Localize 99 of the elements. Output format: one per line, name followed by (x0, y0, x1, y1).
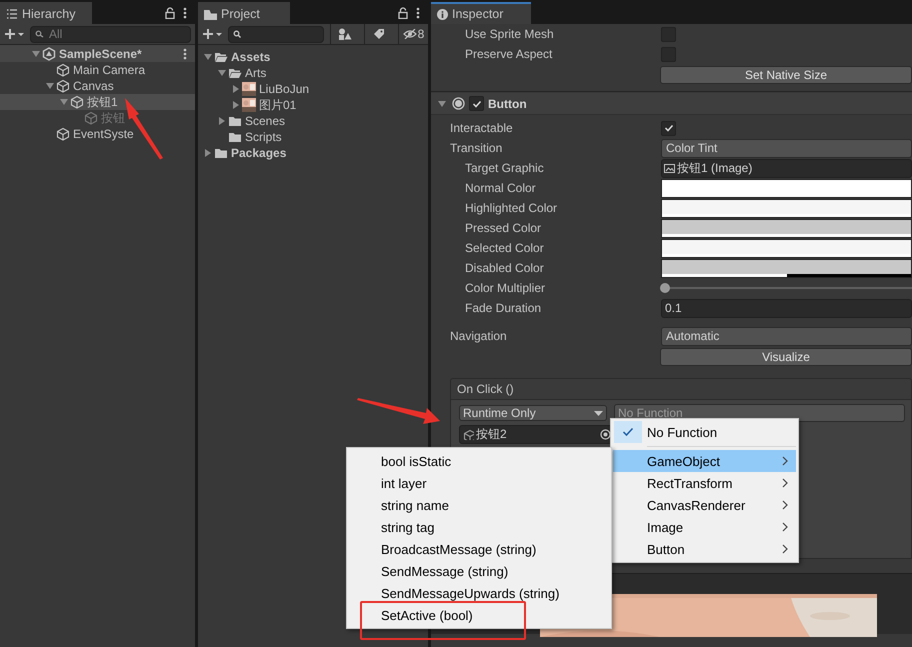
lock-icon[interactable] (165, 7, 175, 19)
chevron-icon (782, 544, 788, 554)
slider-track[interactable] (661, 283, 912, 293)
hierarchy-item[interactable]: Main Camera (73, 63, 146, 77)
crossed-eye-icon (402, 29, 417, 39)
menu-item[interactable]: SendMessage (string) (381, 564, 508, 578)
cube-icon (56, 63, 70, 77)
field-label: Navigation (449, 329, 508, 343)
color-field[interactable] (661, 218, 912, 238)
hierarchy-item[interactable]: EventSyste (73, 127, 134, 141)
number-field[interactable]: 0.1 (661, 298, 912, 318)
dropdown[interactable]: Color Tint (661, 138, 912, 158)
dropdown[interactable]: Runtime Only (459, 405, 607, 421)
list-icon (6, 9, 18, 19)
component-header[interactable]: Button (431, 93, 912, 115)
color-field[interactable] (661, 238, 912, 258)
menu-item[interactable]: CanvasRenderer (613, 494, 796, 516)
shapes-icon (338, 28, 352, 40)
field-label: Preserve Aspect (464, 47, 554, 61)
folder-item[interactable]: Assets (231, 50, 270, 64)
slider-thumb[interactable] (660, 283, 670, 293)
color-field[interactable] (661, 198, 912, 218)
info-icon (437, 8, 448, 20)
menu-item[interactable]: string name (381, 498, 449, 512)
menu-item[interactable]: GameObject (613, 450, 796, 472)
color-field[interactable] (661, 178, 912, 198)
chevron-icon (782, 456, 788, 466)
cube-icon (70, 95, 84, 109)
field-label: Pressed Color (464, 221, 542, 235)
field-label: Color Multiplier (464, 281, 546, 295)
menu-item[interactable]: Button (613, 538, 796, 560)
folder-item[interactable]: Arts (245, 66, 266, 80)
hierarchy-item[interactable]: Canvas (73, 79, 114, 93)
field-label: Normal Color (464, 181, 537, 195)
chevron-icon (782, 522, 788, 532)
set-native-size-button[interactable]: Set Native Size (660, 66, 912, 84)
caret-icon (594, 410, 603, 416)
more-icon[interactable] (183, 7, 187, 19)
menu-item[interactable]: bool isStatic (381, 454, 452, 468)
search-field[interactable] (228, 26, 324, 42)
folder-icon (228, 114, 242, 128)
field-label: Interactable (449, 121, 514, 135)
search-icon (233, 30, 241, 38)
folder-icon (214, 146, 228, 160)
hierarchy-item[interactable]: 按钮1 (87, 94, 118, 110)
field-label: Target Graphic (464, 161, 545, 175)
object-field[interactable]: 按钮1 (Image) (661, 158, 912, 178)
visualize-button[interactable]: Visualize (660, 348, 912, 366)
menu-item[interactable]: Image (613, 516, 796, 538)
open-folder-icon (228, 66, 242, 80)
dropdown[interactable]: Automatic (661, 326, 912, 346)
panel-tab[interactable]: Project (198, 2, 290, 24)
more-icon[interactable] (183, 48, 187, 60)
menu-item[interactable]: RectTransform (613, 472, 796, 494)
panel-tab[interactable]: Hierarchy (0, 2, 92, 24)
field-label: Highlighted Color (464, 201, 558, 215)
field-label: Selected Color (464, 241, 545, 255)
cube-icon (84, 111, 98, 125)
chevron-icon (782, 478, 788, 488)
search-icon (35, 30, 45, 38)
tag-icon (372, 28, 384, 40)
menu-item[interactable]: SetActive (bool) (381, 608, 473, 622)
field-label: Use Sprite Mesh (464, 27, 555, 41)
image-icon (664, 164, 675, 172)
more-icon[interactable] (416, 7, 420, 19)
scene-icon (42, 46, 56, 60)
target-icon[interactable] (600, 429, 611, 440)
menu-item[interactable]: No Function (613, 421, 796, 443)
cube-icon (56, 79, 70, 93)
menu-item[interactable]: string tag (381, 520, 434, 534)
add-button[interactable] (4, 28, 24, 40)
field-label: Disabled Color (464, 261, 545, 275)
folder-item[interactable]: Packages (231, 146, 286, 160)
field-label: Transition (449, 141, 504, 155)
check-icon (622, 426, 634, 438)
cube-icon (463, 429, 474, 440)
chevron-icon (782, 500, 788, 510)
add-button[interactable] (202, 28, 222, 40)
enable-checkbox[interactable] (469, 96, 484, 111)
asset-item[interactable]: 图片01 (259, 96, 296, 114)
panel-tab[interactable]: Inspector (431, 2, 531, 24)
lock-icon[interactable] (398, 7, 408, 19)
folder-item[interactable]: Scenes (245, 114, 286, 128)
circle-icon (452, 97, 465, 110)
checkbox[interactable] (661, 120, 676, 136)
menu-item[interactable]: SendMessageUpwards (string) (381, 586, 560, 600)
folder-icon (228, 130, 242, 144)
folder-icon (204, 8, 217, 20)
folder-item[interactable]: Scripts (245, 130, 282, 144)
open-folder-icon (214, 50, 228, 64)
hidden-toggle-button[interactable]: 8 (398, 24, 428, 44)
check-icon (662, 122, 674, 134)
field-label: Fade Duration (464, 301, 542, 315)
menu-item[interactable]: int layer (381, 476, 427, 490)
cube-icon (56, 127, 70, 141)
event-header: On Click () (450, 378, 912, 400)
asset-item[interactable]: LiuBoJun (259, 82, 310, 96)
menu-item[interactable]: BroadcastMessage (string) (381, 542, 536, 556)
color-field[interactable] (661, 258, 912, 278)
